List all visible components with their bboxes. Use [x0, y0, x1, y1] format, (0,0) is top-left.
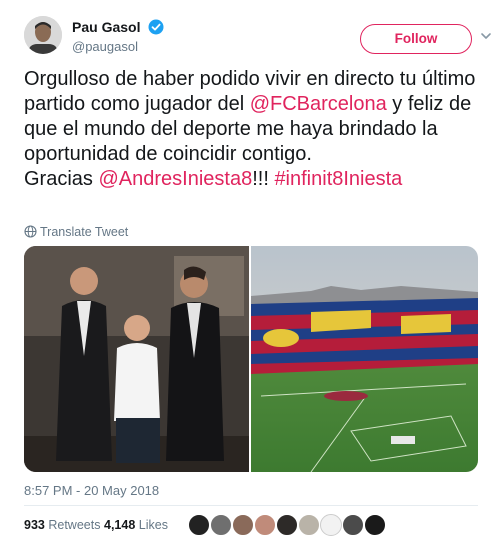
likes-stat[interactable]: 4,148 Likes	[104, 518, 168, 532]
retweets-stat[interactable]: 933 Retweets	[24, 518, 100, 532]
follow-button[interactable]: Follow	[360, 24, 472, 54]
liker-avatar[interactable]	[342, 514, 364, 536]
hashtag-link[interactable]: #infinit8Iniesta	[274, 168, 402, 190]
photo-stadium[interactable]	[251, 246, 478, 472]
user-handle[interactable]: @paugasol	[72, 39, 164, 54]
mention-fcbarcelona[interactable]: @FCBarcelona	[250, 93, 387, 115]
liker-avatar[interactable]	[364, 514, 386, 536]
media-gallery	[24, 246, 478, 472]
translate-tweet-link[interactable]: Translate Tweet	[24, 224, 128, 240]
mention-andresiniesta8[interactable]: @AndresIniesta8	[98, 168, 252, 190]
liker-avatar[interactable]	[276, 514, 298, 536]
tweet-card: Pau Gasol @paugasol Follow Orgulloso de …	[0, 0, 502, 550]
tweet-stats: 933 Retweets 4,148 Likes	[24, 505, 478, 545]
likes-count: 4,148	[104, 518, 136, 532]
liker-avatar[interactable]	[298, 514, 320, 536]
translate-label: Translate Tweet	[40, 225, 129, 239]
tweet-text: Orgulloso de haber podido vivir en direc…	[24, 67, 484, 192]
likes-label: Likes	[138, 518, 168, 532]
globe-icon	[24, 225, 37, 238]
liker-avatar[interactable]	[320, 514, 342, 536]
tweet-header: Pau Gasol @paugasol Follow	[24, 16, 491, 60]
liker-avatar[interactable]	[232, 514, 254, 536]
chevron-down-icon[interactable]	[479, 29, 493, 43]
retweets-label: Retweets	[48, 518, 101, 532]
tweet-text-part: !!!	[252, 168, 275, 190]
display-name[interactable]: Pau Gasol	[72, 19, 140, 35]
avatar[interactable]	[24, 16, 62, 54]
liker-avatar[interactable]	[188, 514, 210, 536]
verified-badge-icon	[148, 19, 164, 35]
author-info: Pau Gasol @paugasol	[72, 18, 164, 54]
photo-players[interactable]	[24, 246, 249, 472]
liker-avatar[interactable]	[210, 514, 232, 536]
tweet-timestamp[interactable]: 8:57 PM - 20 May 2018	[24, 483, 159, 498]
retweets-count: 933	[24, 518, 45, 532]
liker-avatar[interactable]	[254, 514, 276, 536]
